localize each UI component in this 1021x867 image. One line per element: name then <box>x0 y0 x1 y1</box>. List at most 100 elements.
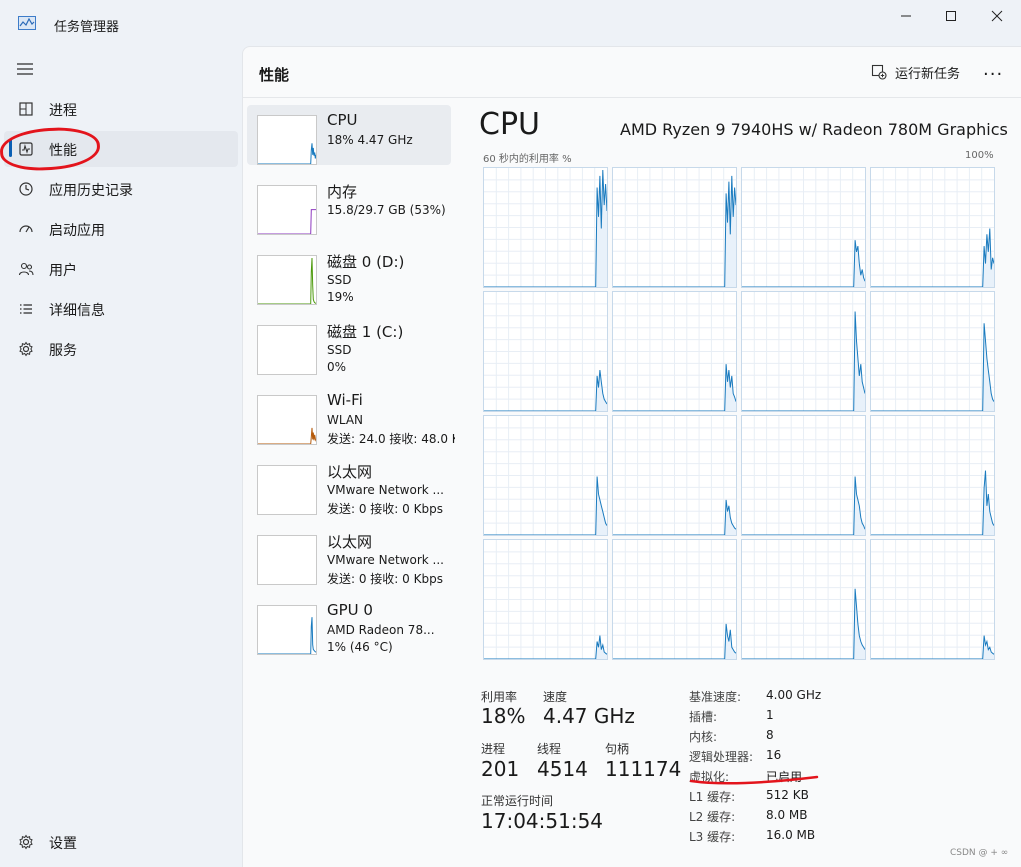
detail-value: 1 <box>766 708 774 722</box>
core-graph-svg <box>484 292 607 411</box>
run-new-task-label: 运行新任务 <box>895 66 961 82</box>
device-item[interactable]: CPU 18% 4.47 GHz <box>247 105 451 165</box>
run-new-task-button[interactable]: 运行新任务 <box>871 61 960 83</box>
device-detail: 0% <box>327 360 347 374</box>
device-name: CPU <box>327 111 358 129</box>
cpu-core-graphs <box>483 167 995 660</box>
device-name: 以太网 <box>327 533 373 551</box>
device-item[interactable]: Wi-Fi WLAN 发送: 24.0 接收: 48.0 K <box>247 385 455 446</box>
new-task-icon <box>871 64 887 80</box>
active-indicator <box>9 139 12 157</box>
core-graph <box>483 539 608 660</box>
device-name: Wi-Fi <box>327 391 363 409</box>
detail-value: 8.0 MB <box>766 808 808 822</box>
sidebar: 进程 性能 应用历史记录 启动应用 用户 详细信息 服务 设置 <box>0 46 242 867</box>
more-options-button[interactable]: ... <box>983 59 1009 83</box>
core-graph-svg <box>871 416 994 535</box>
core-graph-svg <box>871 540 994 659</box>
device-item[interactable]: 内存 15.8/29.7 GB (53%) <box>247 175 451 235</box>
close-icon <box>991 10 1003 22</box>
device-thumbnail <box>257 605 317 655</box>
sidebar-item-users[interactable]: 用户 <box>4 251 238 287</box>
core-graph <box>870 415 995 536</box>
detail-value: 已启用 <box>766 770 803 784</box>
device-graph <box>258 143 316 164</box>
close-button[interactable] <box>975 2 1019 30</box>
uptime-value: 17:04:51:54 <box>481 809 604 833</box>
sidebar-item-processes[interactable]: 进程 <box>4 91 238 127</box>
app-title: 任务管理器 <box>54 20 120 35</box>
device-graph-line <box>258 209 316 234</box>
device-graph-line <box>258 617 316 654</box>
device-item[interactable]: 以太网 VMware Network ... 发送: 0 接收: 0 Kbps <box>247 525 451 586</box>
core-graph-svg <box>613 168 736 287</box>
performance-panel: 性能 运行新任务 ... CPU 18% 4.47 GHz 内存 15.8/29.7 … <box>242 46 1021 867</box>
sidebar-item-label: 用户 <box>49 263 77 279</box>
sidebar-item-details[interactable]: 详细信息 <box>4 291 238 327</box>
device-item[interactable]: 以太网 VMware Network ... 发送: 0 接收: 0 Kbps <box>247 455 451 516</box>
sidebar-item-startup[interactable]: 启动应用 <box>4 211 238 247</box>
core-graph <box>741 167 866 288</box>
services-icon <box>19 341 33 357</box>
threads-value: 4514 <box>537 757 588 781</box>
details-icon <box>20 304 32 314</box>
core-graph <box>870 539 995 660</box>
core-graph-svg <box>613 292 736 411</box>
core-graph-svg <box>742 540 865 659</box>
device-detail: SSD <box>327 343 352 357</box>
processes-label: 进程 <box>481 742 506 756</box>
detail-key: 插槽: <box>689 710 718 724</box>
handles-value: 111174 <box>605 757 682 781</box>
device-detail: 发送: 0 接收: 0 Kbps <box>327 502 443 516</box>
detail-key: 逻辑处理器: <box>689 750 754 764</box>
device-name: GPU 0 <box>327 601 373 619</box>
core-graph-svg <box>742 292 865 411</box>
sidebar-item-app-history[interactable]: 应用历史记录 <box>4 171 238 207</box>
sidebar-item-label: 进程 <box>49 103 77 119</box>
sidebar-item-label: 详细信息 <box>49 303 105 319</box>
speed-value: 4.47 GHz <box>543 704 635 728</box>
sidebar-item-settings[interactable]: 设置 <box>4 824 238 860</box>
settings-icon <box>19 834 33 850</box>
cpu-title: CPU <box>479 107 540 142</box>
core-graph-svg <box>484 416 607 535</box>
threads-label: 线程 <box>537 742 562 756</box>
minimize-icon <box>901 15 911 17</box>
utilization-value: 18% <box>481 704 526 728</box>
sidebar-item-services[interactable]: 服务 <box>4 331 238 367</box>
core-graph-svg <box>613 540 736 659</box>
sidebar-item-performance[interactable]: 性能 <box>4 131 238 167</box>
core-graph-svg <box>613 416 736 535</box>
minimize-button[interactable] <box>884 2 928 30</box>
device-item[interactable]: GPU 0 AMD Radeon 78... 1% (46 °C) <box>247 595 451 655</box>
detail-value: 512 KB <box>766 788 809 802</box>
device-thumbnail <box>257 185 317 235</box>
device-detail: SSD <box>327 273 352 287</box>
core-graph <box>612 415 737 536</box>
device-detail: 1% (46 °C) <box>327 640 393 654</box>
cpu-model: AMD Ryzen 9 7940HS w/ Radeon 780M Graphi… <box>620 120 1008 139</box>
device-graph-line <box>258 143 316 164</box>
sidebar-item-label: 性能 <box>49 143 77 159</box>
device-detail: VMware Network ... <box>327 483 444 497</box>
device-graph-line <box>258 257 316 304</box>
device-item[interactable]: 磁盘 1 (C:) SSD 0% <box>247 315 451 375</box>
device-graph <box>258 209 316 234</box>
graph-axis-max: 100% <box>965 150 994 161</box>
core-graph <box>741 291 866 412</box>
device-item[interactable]: 磁盘 0 (D:) SSD 19% <box>247 245 451 305</box>
hamburger-menu-icon[interactable] <box>16 62 34 76</box>
detail-value: 8 <box>766 728 774 742</box>
device-detail: WLAN <box>327 413 364 427</box>
device-thumbnail <box>257 115 317 165</box>
core-graph <box>870 291 995 412</box>
device-name: 以太网 <box>327 463 373 481</box>
detail-key: 内核: <box>689 730 718 744</box>
core-graph <box>741 415 866 536</box>
device-detail: 18% 4.47 GHz <box>327 133 413 147</box>
maximize-button[interactable] <box>929 2 973 30</box>
sidebar-item-label: 启动应用 <box>49 223 105 239</box>
detail-key: L2 缓存: <box>689 810 736 824</box>
detail-key: L3 缓存: <box>689 830 736 844</box>
core-graph <box>741 539 866 660</box>
